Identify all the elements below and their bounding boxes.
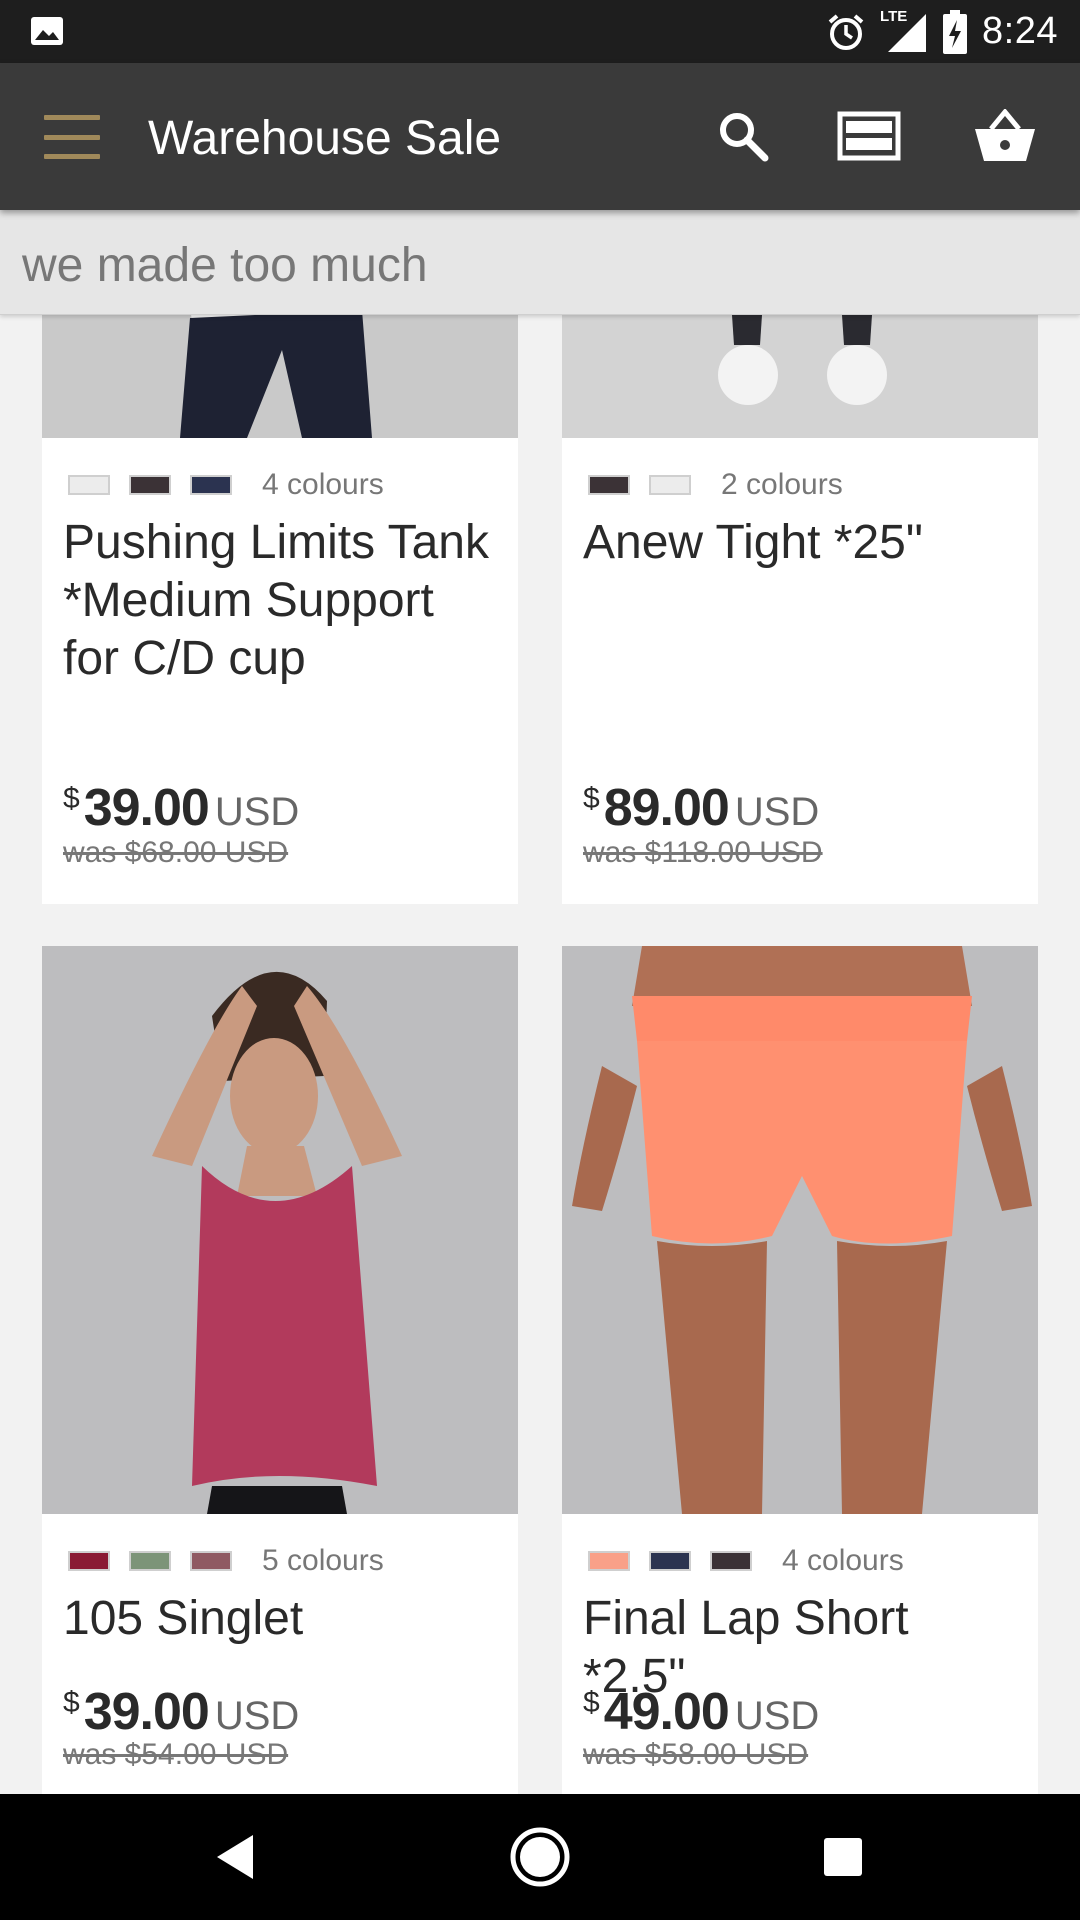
price-amount: 39.00	[83, 779, 210, 837]
product-name[interactable]: 105 Singlet	[63, 1590, 503, 1648]
original-price: was $68.00 USD	[63, 836, 289, 869]
tagline-banner: we made too much	[0, 210, 1080, 315]
sale-price: $ 89.00 USD	[583, 778, 819, 838]
sale-price: $ 39.00 USD	[63, 778, 299, 838]
sale-price: $ 49.00 USD	[583, 1682, 819, 1742]
battery-charging-icon	[943, 9, 968, 54]
currency-code: USD	[214, 790, 300, 834]
search-icon[interactable]	[710, 103, 776, 169]
swatch[interactable]	[649, 475, 691, 495]
lte-signal-icon: LTE	[880, 8, 928, 54]
original-price: was $58.00 USD	[583, 1738, 809, 1771]
menu-icon[interactable]	[44, 115, 100, 159]
swatch[interactable]	[129, 475, 171, 495]
colour-swatches: 4 colours	[68, 468, 384, 502]
price-amount: 89.00	[603, 779, 730, 837]
status-bar: LTE 8:24	[0, 0, 1080, 63]
colour-count: 5 colours	[262, 1544, 384, 1577]
product-card-final-lap-short[interactable]: 4 colours Final Lap Short *2.5" $ 49.00 …	[562, 946, 1038, 1794]
currency-symbol: $	[63, 1686, 80, 1719]
swatch[interactable]	[68, 475, 110, 495]
page-title: Warehouse Sale	[148, 112, 502, 165]
swatch[interactable]	[68, 1551, 110, 1571]
price-amount: 39.00	[83, 1683, 210, 1741]
colour-count: 4 colours	[262, 468, 384, 501]
system-nav-bar	[0, 1794, 1080, 1920]
currency-code: USD	[734, 1694, 820, 1738]
product-name[interactable]: Anew Tight *25"	[583, 514, 1023, 572]
product-name[interactable]: Pushing Limits Tank *Medium Support for …	[63, 514, 503, 688]
currency-symbol: $	[583, 1686, 600, 1719]
tagline-text: we made too much	[22, 239, 428, 292]
currency-symbol: $	[63, 782, 80, 815]
back-icon[interactable]	[202, 1824, 268, 1890]
swatch[interactable]	[190, 1551, 232, 1571]
colour-swatches: 4 colours	[588, 1544, 904, 1578]
swatch[interactable]	[710, 1551, 752, 1571]
currency-symbol: $	[583, 782, 600, 815]
basket-icon[interactable]	[972, 103, 1038, 169]
home-icon[interactable]	[507, 1824, 573, 1890]
colour-count: 4 colours	[782, 1544, 904, 1577]
recents-icon[interactable]	[810, 1824, 876, 1890]
currency-code: USD	[214, 1694, 300, 1738]
price-amount: 49.00	[603, 1683, 730, 1741]
alarm-icon	[828, 13, 864, 50]
swatch[interactable]	[588, 1551, 630, 1571]
swatch[interactable]	[588, 475, 630, 495]
gallery-notification-icon	[31, 17, 63, 45]
currency-code: USD	[734, 790, 820, 834]
product-card-pushing-limits-tank[interactable]: 4 colours Pushing Limits Tank *Medium Su…	[42, 240, 518, 904]
swatch[interactable]	[190, 475, 232, 495]
colour-count: 2 colours	[721, 468, 843, 501]
swatch[interactable]	[129, 1551, 171, 1571]
colour-swatches: 2 colours	[588, 468, 843, 502]
swatch[interactable]	[649, 1551, 691, 1571]
original-price: was $54.00 USD	[63, 1738, 289, 1771]
product-card-105-singlet[interactable]: 5 colours 105 Singlet $ 39.00 USD was $5…	[42, 946, 518, 1794]
colour-swatches: 5 colours	[68, 1544, 384, 1578]
product-card-anew-tight[interactable]: 2 colours Anew Tight *25" $ 89.00 USD wa…	[562, 240, 1038, 904]
product-image	[562, 946, 1038, 1514]
original-price: was $118.00 USD	[583, 836, 823, 869]
product-image	[42, 946, 518, 1514]
app-screen: LTE 8:24 Warehouse Sale we made too much…	[0, 0, 1080, 1920]
view-toggle-icon[interactable]	[836, 103, 902, 169]
clock: 8:24	[982, 10, 1058, 52]
sale-price: $ 39.00 USD	[63, 1682, 299, 1742]
app-bar: Warehouse Sale	[0, 63, 1080, 210]
